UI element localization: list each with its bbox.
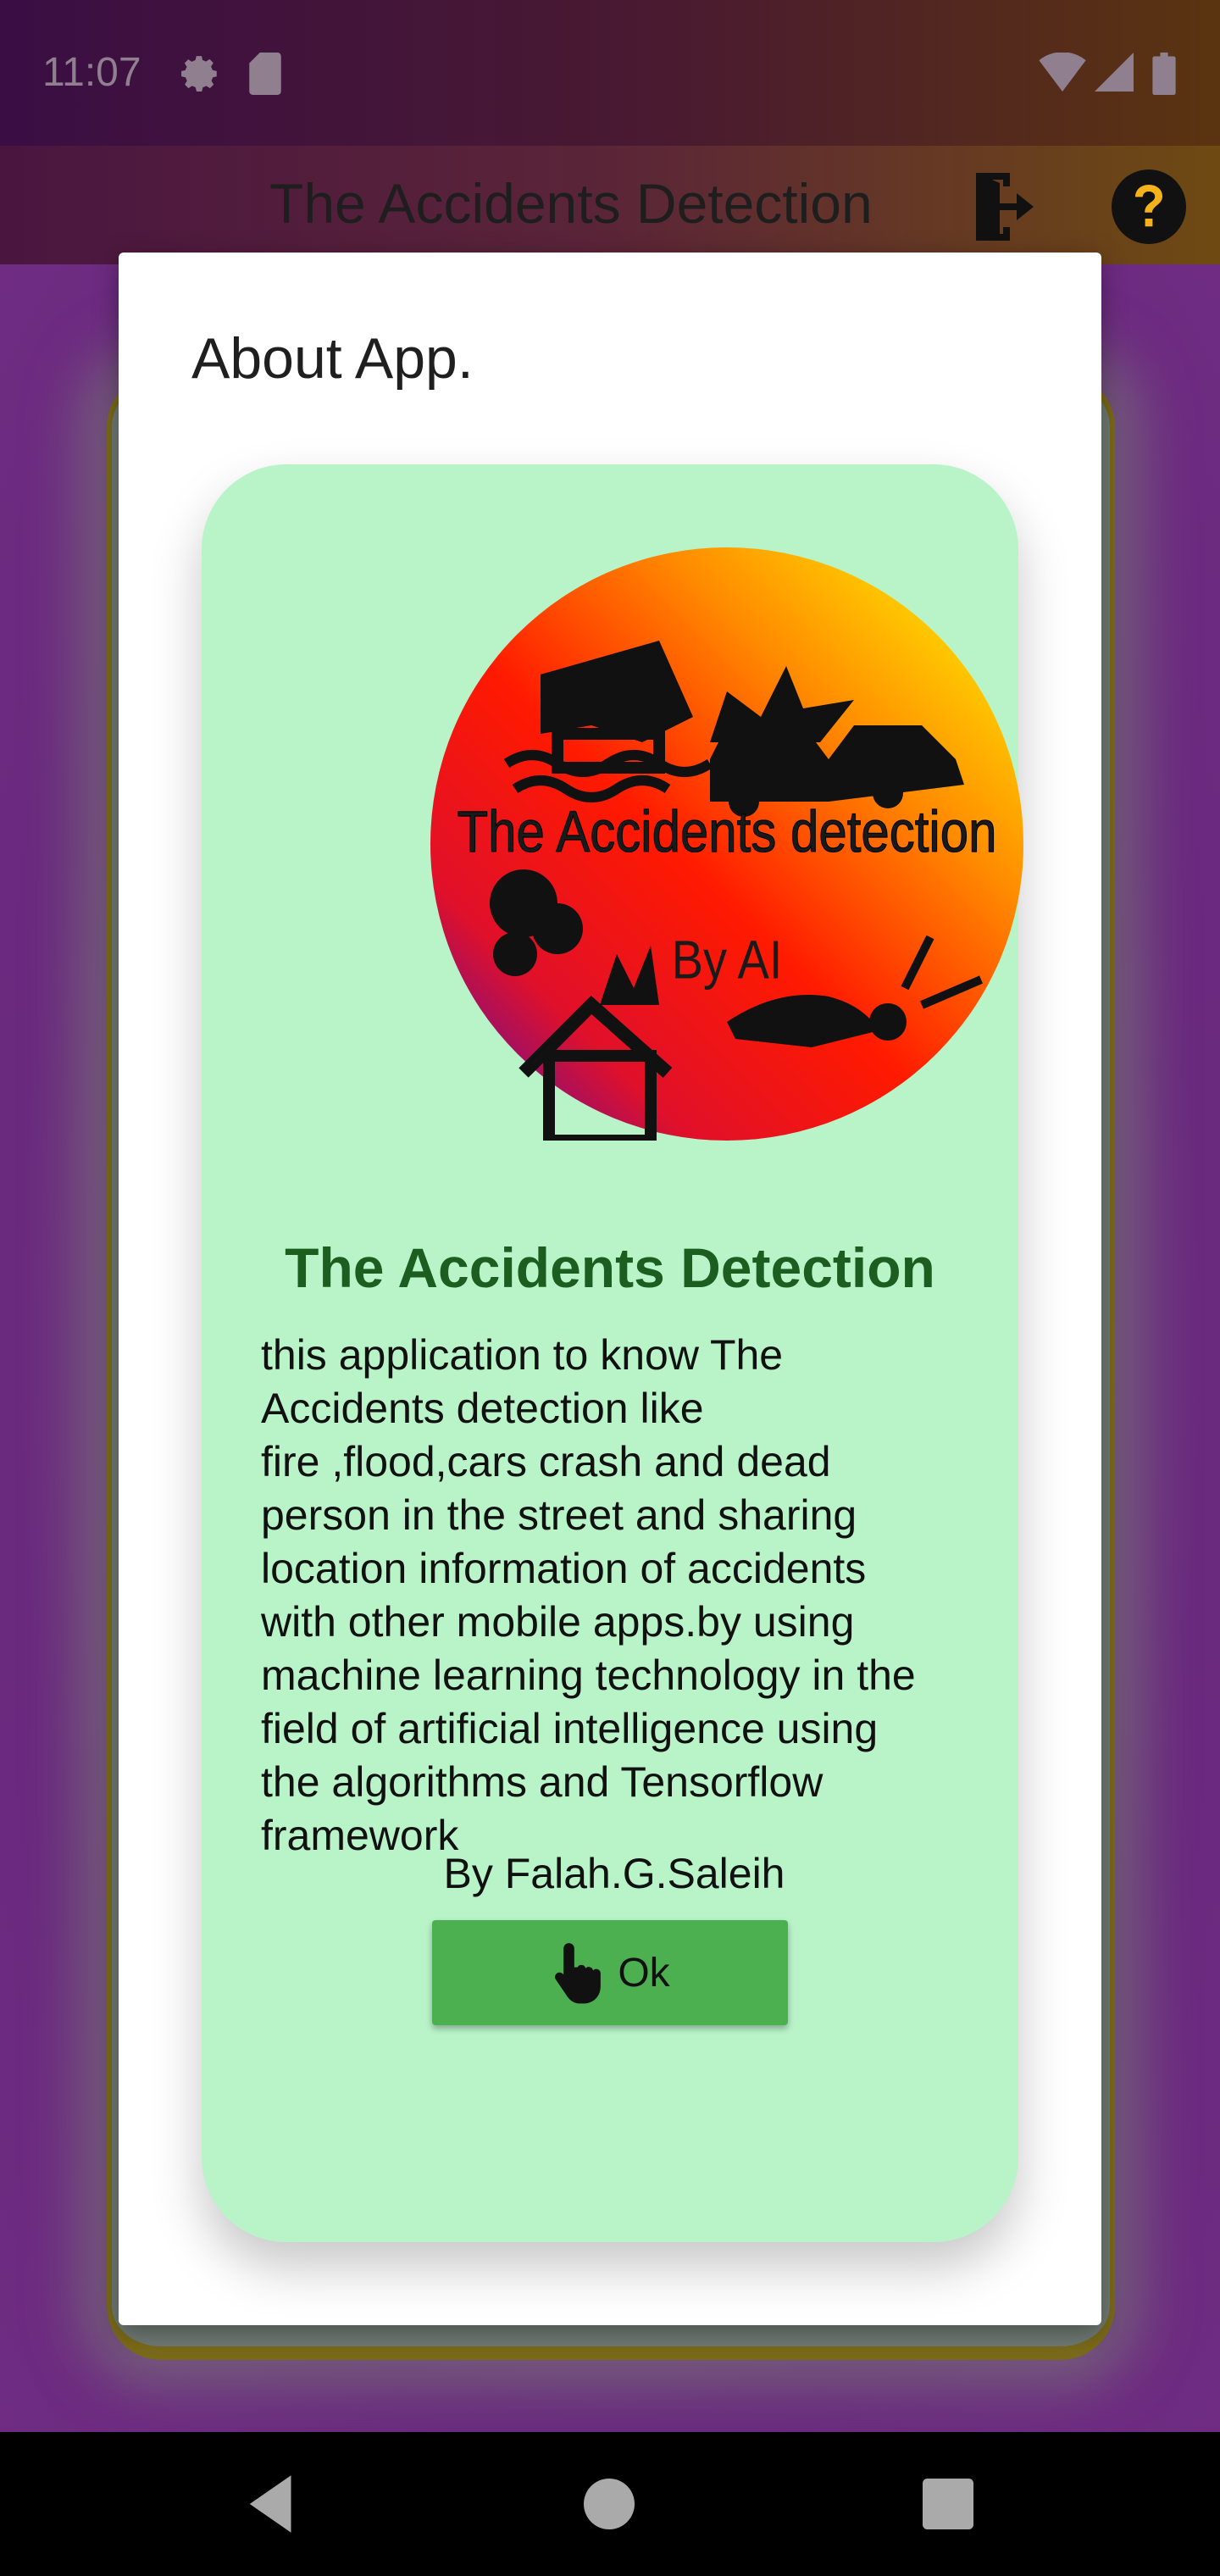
- exit-button[interactable]: [966, 166, 1047, 247]
- app-bar: The Accidents Detection: [0, 146, 1220, 264]
- ok-button-label: Ok: [618, 1950, 670, 1996]
- help-button[interactable]: [1108, 166, 1190, 247]
- wifi-icon: [1039, 53, 1086, 92]
- logo-title: The Accidents detection: [458, 798, 997, 864]
- status-bar: 11:07: [0, 0, 1220, 146]
- author-credit: By Falah.G.Saleih: [443, 1850, 785, 1897]
- dialog-title: About App.: [191, 326, 474, 391]
- logo-subtitle: By AI: [672, 929, 783, 991]
- about-dialog: About App. The Accidents detection By AI…: [119, 253, 1101, 2325]
- app-description: this application to know The Accidents d…: [261, 1331, 916, 1859]
- exit-icon: [976, 173, 1034, 241]
- signal-icon: [1095, 53, 1134, 92]
- settings-icon: [181, 56, 218, 92]
- battery-icon: [1152, 53, 1176, 95]
- sd-card-icon: [249, 53, 281, 95]
- ok-button[interactable]: Ok: [432, 1920, 788, 2025]
- help-icon: [1112, 169, 1186, 244]
- hand-pointer-icon: [555, 1943, 602, 2004]
- home-icon[interactable]: [571, 2466, 647, 2542]
- recents-icon[interactable]: [910, 2466, 986, 2542]
- app-title: The Accidents Detection: [269, 172, 873, 235]
- back-icon[interactable]: [234, 2466, 310, 2542]
- app-logo: The Accidents detection By AI: [430, 547, 1023, 1141]
- about-panel: The Accidents detection By AI The Accide…: [202, 464, 1023, 2242]
- navigation-bar: [0, 2432, 1220, 2576]
- status-time: 11:07: [42, 50, 141, 95]
- app-heading: The Accidents Detection: [285, 1236, 935, 1299]
